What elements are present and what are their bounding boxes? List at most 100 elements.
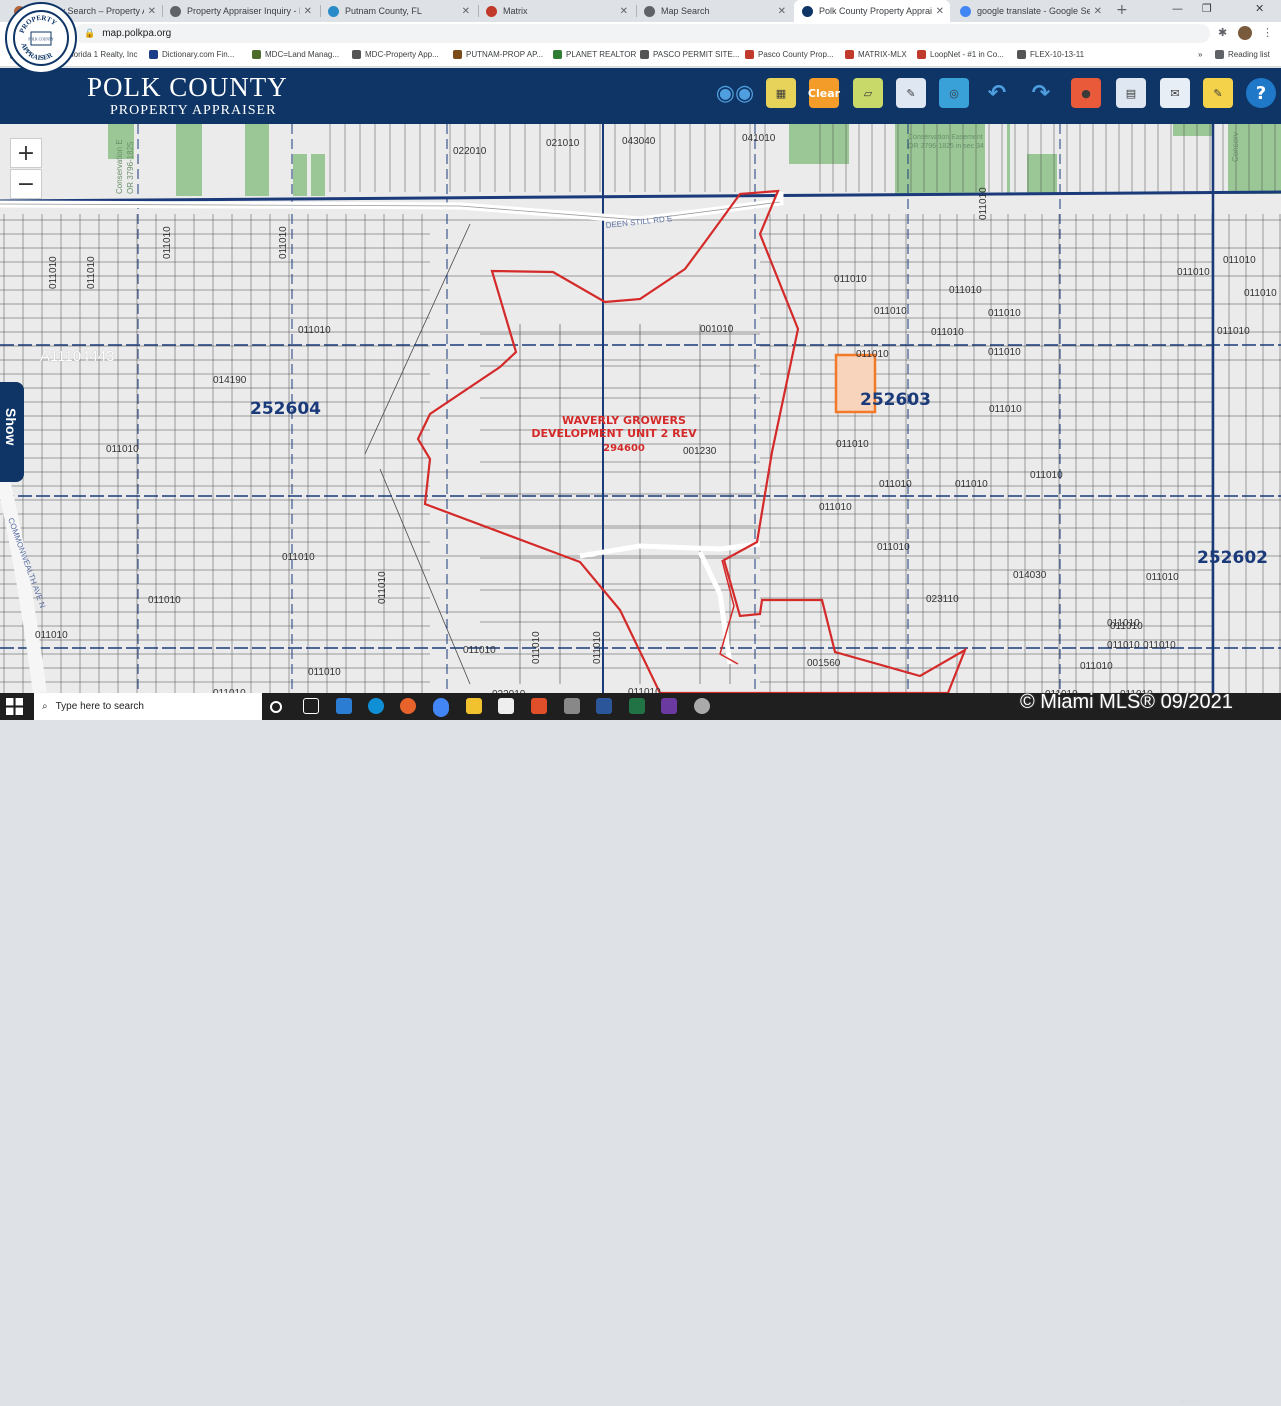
file-explorer-icon[interactable] bbox=[466, 698, 482, 714]
bookmark-favicon-icon bbox=[845, 50, 854, 59]
help-icon[interactable]: ? bbox=[1246, 78, 1276, 108]
identify-icon[interactable]: ◎ bbox=[939, 78, 969, 108]
parcel-label: 014030 bbox=[1013, 570, 1047, 581]
bookmark-item[interactable]: PLANET REALTOR bbox=[553, 50, 636, 59]
app-icon[interactable] bbox=[564, 698, 580, 714]
profile-avatar[interactable] bbox=[1238, 26, 1252, 40]
browser-tab[interactable]: Property Appraiser Inquiry - Put ✕ bbox=[162, 0, 318, 22]
layers-icon[interactable]: ▦ bbox=[766, 78, 796, 108]
parcel-label: 001010 bbox=[700, 324, 734, 335]
email-icon[interactable]: ✉ bbox=[1160, 78, 1190, 108]
conservation-record: OR 3796-1825 bbox=[126, 141, 135, 194]
parcel-label-vertical: 011010 bbox=[278, 226, 289, 259]
parcel-label: 022010 bbox=[453, 146, 487, 157]
bookmarks-bar: » Reading list AppsFlorida 1 Realty, Inc… bbox=[0, 45, 1281, 67]
measure-icon[interactable]: ▱ bbox=[853, 78, 883, 108]
undo-icon[interactable]: ↶ bbox=[982, 78, 1012, 108]
restore-icon[interactable]: ❐ bbox=[1202, 2, 1212, 15]
parcel-label: 043040 bbox=[622, 136, 656, 147]
browser-tab[interactable]: Map Search ✕ bbox=[636, 0, 792, 22]
tab-close-icon[interactable]: ✕ bbox=[620, 6, 628, 17]
bookmark-item[interactable]: PUTNAM-PROP AP... bbox=[453, 50, 543, 59]
tab-title: Matrix bbox=[503, 6, 528, 16]
notes-icon[interactable]: ✎ bbox=[1203, 78, 1233, 108]
parcel-label: 021010 bbox=[546, 138, 580, 149]
parcel-label: 011010 bbox=[148, 595, 181, 606]
bookmark-item[interactable]: MATRIX-MLX bbox=[845, 50, 907, 59]
reading-list[interactable]: Reading list bbox=[1215, 50, 1270, 59]
section-label-252603: 252603 bbox=[860, 390, 931, 410]
firefox-icon[interactable] bbox=[400, 698, 416, 714]
word-icon[interactable] bbox=[596, 698, 612, 714]
bookmark-item[interactable]: Dictionary.com Fin... bbox=[149, 50, 234, 59]
tab-close-icon[interactable]: ✕ bbox=[778, 6, 786, 17]
close-window-icon[interactable]: ✕ bbox=[1255, 2, 1264, 15]
draw-icon[interactable]: ✎ bbox=[896, 78, 926, 108]
new-tab-button[interactable]: + bbox=[1116, 2, 1128, 18]
parcel-label: 011010 bbox=[989, 404, 1022, 415]
bookmark-favicon-icon bbox=[453, 50, 462, 59]
app-icon[interactable] bbox=[694, 698, 710, 714]
bookmark-favicon-icon bbox=[352, 50, 361, 59]
tab-close-icon[interactable]: ✕ bbox=[462, 6, 470, 17]
tab-favicon-icon bbox=[802, 5, 813, 17]
bookmark-item[interactable]: LoopNet - #1 in Co... bbox=[917, 50, 1004, 59]
zoom-out-button[interactable]: − bbox=[10, 169, 42, 199]
conservation-easement-label: Conservation Easement bbox=[908, 134, 983, 141]
more-bookmarks-icon[interactable]: » bbox=[1198, 50, 1202, 59]
address-bar[interactable]: 🔒 map.polkpa.org bbox=[74, 24, 1210, 43]
tab-close-icon[interactable]: ✕ bbox=[1094, 6, 1102, 17]
excel-icon[interactable] bbox=[629, 698, 645, 714]
parcel-label-vertical: 011010 bbox=[162, 226, 173, 259]
tab-title: Map Search bbox=[661, 6, 710, 16]
cortana-icon[interactable] bbox=[270, 701, 282, 713]
outlook-icon[interactable] bbox=[336, 698, 352, 714]
search-icon: ⌕ bbox=[42, 701, 48, 712]
browser-tab-strip: Property Search – Property Appr✕Property… bbox=[0, 0, 1281, 22]
bookmark-favicon-icon bbox=[640, 50, 649, 59]
parcel-label: 011010 bbox=[877, 542, 910, 553]
parcel-label: 011010 bbox=[1030, 470, 1063, 481]
parcel-label: 011010 bbox=[1223, 255, 1256, 266]
app-icon[interactable] bbox=[531, 698, 547, 714]
taskbar-search[interactable]: ⌕ Type here to search bbox=[34, 693, 262, 720]
binoculars-icon[interactable]: ◉◉ bbox=[716, 78, 754, 108]
chrome-icon[interactable] bbox=[433, 698, 449, 714]
tab-close-icon[interactable]: ✕ bbox=[148, 6, 156, 17]
bookmark-item[interactable]: MDC=Land Manag... bbox=[252, 50, 339, 59]
tab-favicon-icon bbox=[486, 5, 497, 17]
bookmark-favicon-icon bbox=[1017, 50, 1026, 59]
bookmark-item[interactable]: FLEX-10-13-11 bbox=[1017, 50, 1084, 59]
browser-tab[interactable]: google translate - Google Search ✕ bbox=[952, 0, 1108, 22]
notes-app-icon[interactable] bbox=[498, 698, 514, 714]
browser-tab[interactable]: Matrix ✕ bbox=[478, 0, 634, 22]
subdivision-unit: DEVELOPMENT UNIT 2 REV bbox=[531, 427, 697, 440]
parcel-label: 014190 bbox=[213, 375, 247, 386]
bookmark-item[interactable]: MDC-Property App... bbox=[352, 50, 439, 59]
clear-button[interactable]: Clear bbox=[808, 78, 840, 108]
browser-tab[interactable]: Polk County Property Appraiser ✕ bbox=[794, 0, 950, 22]
section-lines bbox=[0, 124, 1281, 693]
task-view-icon[interactable] bbox=[303, 698, 319, 714]
app-icon[interactable] bbox=[661, 698, 677, 714]
menu-icon[interactable]: ⋮ bbox=[1262, 26, 1273, 39]
minimize-icon[interactable]: — bbox=[1172, 2, 1183, 15]
parcel-label: 011010 bbox=[1143, 640, 1176, 651]
browser-tab[interactable]: Putnam County, FL ✕ bbox=[320, 0, 476, 22]
parcel-label: 011010 bbox=[988, 308, 1021, 319]
bookmark-item[interactable]: PASCO PERMIT SITE... bbox=[640, 50, 739, 59]
windows-start-icon[interactable] bbox=[6, 698, 23, 715]
parcel-map[interactable]: 022010 021010 043040 041010 011010 011010 0110… bbox=[0, 124, 1281, 693]
print-icon[interactable]: ● bbox=[1071, 78, 1101, 108]
browser-toolbar: ← → ↻ 🔒 map.polkpa.org ✱ ⋮ bbox=[0, 22, 1281, 45]
chart-icon[interactable]: ▤ bbox=[1116, 78, 1146, 108]
extensions-icon[interactable]: ✱ bbox=[1218, 26, 1227, 39]
tab-close-icon[interactable]: ✕ bbox=[304, 6, 312, 17]
parcel-label-vertical: 011010 bbox=[531, 631, 542, 664]
bookmark-item[interactable]: Pasco County Prop... bbox=[745, 50, 834, 59]
edge-icon[interactable] bbox=[368, 698, 384, 714]
redo-icon[interactable]: ↷ bbox=[1026, 78, 1056, 108]
show-panel-tab[interactable]: Show bbox=[0, 382, 24, 482]
tab-close-icon[interactable]: ✕ bbox=[936, 6, 944, 17]
zoom-in-button[interactable]: + bbox=[10, 138, 42, 168]
